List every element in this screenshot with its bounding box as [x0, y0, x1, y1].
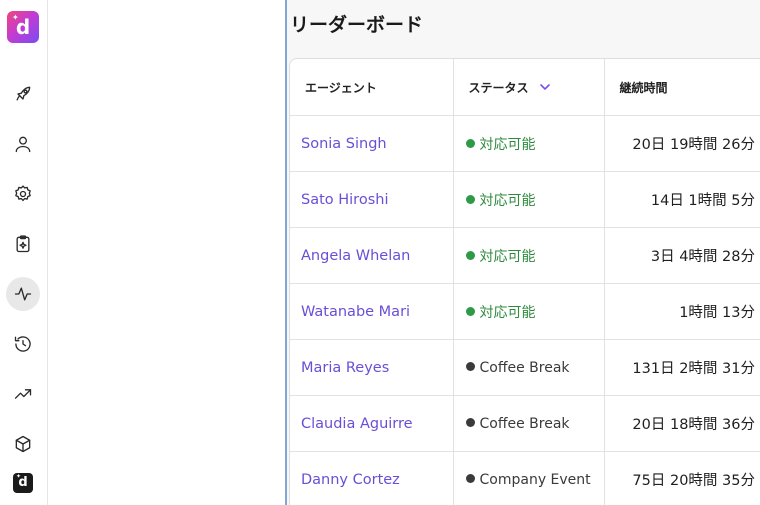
duration-cell: 20日 19時間 26分: [603, 115, 760, 172]
status-cell: 対応可能: [452, 283, 604, 340]
status-text: 対応可能: [479, 192, 536, 209]
table-row: Sato Hiroshi 対応可能 14日 1時間 5分: [290, 171, 760, 228]
nav-trends[interactable]: [6, 377, 40, 411]
status-text: Company Event: [479, 471, 591, 488]
user-icon: [15, 136, 31, 153]
table-row: Maria Reyes Coffee Break 131日 2時間 31分: [290, 339, 760, 396]
table-header-row: エージェント ステータス 継続時間: [290, 59, 760, 116]
status-dot-icon: [465, 307, 475, 316]
duration-cell: 14日 1時間 5分: [603, 171, 760, 228]
cube-icon: [15, 435, 31, 453]
duration-cell: 131日 2時間 31分: [603, 339, 760, 396]
workspace-logo[interactable]: ✦ d: [13, 473, 33, 493]
table-row: Angela Whelan 対応可能 3日 4時間 28分: [290, 227, 760, 284]
sparkle-icon: ✦: [12, 13, 19, 22]
nav-rocket[interactable]: [6, 77, 40, 111]
status-dot-icon: [465, 418, 475, 427]
nav-user[interactable]: [6, 127, 40, 161]
status-cell: 対応可能: [452, 171, 604, 228]
leaderboard-table: エージェント ステータス 継続時間 Sonia Singh 対応可能 20日 1…: [289, 58, 760, 505]
table-row: Watanabe Mari 対応可能 1時間 13分: [290, 283, 760, 340]
chevron-down-icon[interactable]: [539, 81, 551, 93]
status-cell: 対応可能: [452, 227, 604, 284]
rocket-icon: [16, 86, 31, 101]
status-cell: Company Event: [452, 451, 604, 505]
agent-name-link[interactable]: Watanabe Mari: [290, 283, 453, 340]
agent-name-link[interactable]: Claudia Aguirre: [290, 395, 453, 452]
clipboard-sparkle-icon: [16, 235, 30, 253]
nav-activity[interactable]: [6, 277, 40, 311]
activity-pulse-icon: [14, 287, 32, 301]
column-header-status-label: ステータス: [468, 80, 529, 95]
status-cell: Coffee Break: [452, 339, 604, 396]
duration-cell: 3日 4時間 28分: [603, 227, 760, 284]
status-dot-icon: [465, 474, 475, 483]
column-header-duration[interactable]: 継続時間: [603, 59, 760, 116]
status-dot-icon: [465, 195, 475, 204]
table-row: Sonia Singh 対応可能 20日 19時間 26分: [290, 115, 760, 172]
trending-up-icon: [14, 389, 32, 399]
history-icon: [14, 336, 31, 352]
status-text: 対応可能: [479, 248, 536, 265]
duration-cell: 20日 18時間 36分: [603, 395, 760, 452]
nav-settings[interactable]: [6, 177, 40, 211]
gear-icon: [15, 185, 31, 202]
status-text: Coffee Break: [479, 415, 570, 432]
status-text: 対応可能: [479, 136, 536, 153]
status-cell: Coffee Break: [452, 395, 604, 452]
column-header-agent[interactable]: エージェント: [290, 59, 453, 116]
table-row: Danny Cortez Company Event 75日 20時間 35分: [290, 451, 760, 505]
agent-name-link[interactable]: Danny Cortez: [290, 451, 453, 505]
agent-name-link[interactable]: Sonia Singh: [290, 115, 453, 172]
nav-tasks[interactable]: [6, 227, 40, 261]
column-header-status[interactable]: ステータス: [452, 59, 604, 116]
status-dot-icon: [465, 251, 475, 260]
nav-history[interactable]: [6, 327, 40, 361]
column-header-duration-label: 継続時間: [619, 80, 668, 95]
secondary-panel: [48, 0, 287, 505]
agent-name-link[interactable]: Maria Reyes: [290, 339, 453, 396]
nav-packages[interactable]: [6, 427, 40, 461]
status-dot-icon: [465, 139, 475, 148]
table-row: Claudia Aguirre Coffee Break 20日 18時間 36…: [290, 395, 760, 452]
agent-name-link[interactable]: Angela Whelan: [290, 227, 453, 284]
page-title: リーダーボード: [290, 14, 424, 36]
column-header-agent-label: エージェント: [305, 80, 377, 95]
status-cell: 対応可能: [452, 115, 604, 172]
status-text: Coffee Break: [479, 359, 570, 376]
duration-cell: 75日 20時間 35分: [603, 451, 760, 505]
agent-name-link[interactable]: Sato Hiroshi: [290, 171, 453, 228]
sparkle-icon: ✦: [16, 473, 22, 480]
app-logo[interactable]: ✦ d: [7, 11, 39, 43]
nav-rail: ✦ d ✦ d: [0, 0, 48, 505]
status-text: 対応可能: [479, 304, 536, 321]
status-dot-icon: [465, 362, 475, 371]
main-content: リーダーボード エージェント ステータス 継続時間 Sonia Singh 対応…: [287, 0, 760, 505]
duration-cell: 1時間 13分: [603, 283, 760, 340]
